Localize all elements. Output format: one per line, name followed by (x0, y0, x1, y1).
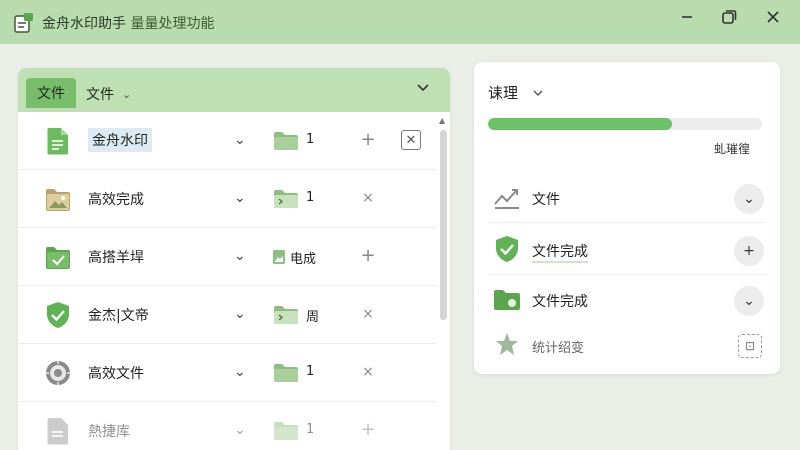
terminal-folder-icon[interactable] (272, 304, 300, 326)
file-row[interactable]: 金杰|文帝 ⌄ 周 × (18, 286, 436, 344)
remove-box-icon[interactable]: ✕ (401, 130, 421, 150)
terminal-folder-icon[interactable] (272, 188, 300, 210)
task-label: 统计绍变 (532, 341, 585, 356)
minimize-icon (682, 16, 692, 18)
document-icon (47, 128, 68, 155)
task-label: 文件 (532, 192, 560, 208)
progress-fill (488, 118, 672, 130)
document-icon (47, 418, 68, 445)
row-chevron-down-icon[interactable]: ⌄ (234, 248, 246, 264)
file-list: 金舟水印 ⌄ 1 + ✕ 高效完成 ⌄ 1 × 高搭羊垾 ⌄ 电成 + 金杰|文… (18, 112, 438, 450)
file-row[interactable]: 高搭羊垾 ⌄ 电成 + (18, 228, 436, 286)
folder-value: 周 (306, 310, 320, 325)
scroll-thumb[interactable] (440, 130, 447, 320)
processing-panel: 诔理 虬璀徨 文件 ⌄ 文件完成 + 文件完成 ⌄ 统计绍变 ⊡ (474, 62, 780, 374)
star-icon (496, 333, 518, 355)
restore-icon (722, 10, 737, 24)
image-file-icon[interactable] (272, 249, 286, 265)
app-subtitle: 量量处理功能 (130, 16, 215, 32)
scroll-up-arrow-icon[interactable]: ▲ (439, 116, 445, 125)
add-button[interactable]: + (358, 244, 378, 268)
file-row[interactable]: 金舟水印 ⌄ 1 + ✕ (18, 112, 436, 170)
remove-button[interactable]: × (358, 360, 378, 384)
row-chevron-down-icon[interactable]: ⌄ (234, 190, 246, 206)
window-title: 金舟水印助手 量量处理功能 (42, 13, 214, 33)
file-row[interactable]: 高效完成 ⌄ 1 × (18, 170, 436, 228)
folder-value: 电成 (290, 252, 317, 267)
file-type-dropdown-label: 文件 (86, 87, 114, 103)
row-chevron-down-icon[interactable]: ⌄ (234, 364, 246, 380)
task-label: 文件完成 (532, 241, 588, 263)
expand-button[interactable]: ⌄ (734, 286, 764, 316)
file-list-panel: 文件 文件 ⌄ 金舟水印 ⌄ 1 + ✕ 高效完成 ⌄ 1 × 高搭羊垾 ⌄ 电… (18, 68, 450, 450)
title-bar: 金舟水印助手 量量处理功能 (0, 0, 800, 44)
chart-arrow-icon (494, 189, 519, 209)
chevron-down-icon (533, 89, 543, 96)
task-label: 文件完成 (532, 294, 588, 310)
file-name[interactable]: 高效完成 (88, 189, 144, 209)
folder-check-icon (494, 290, 520, 310)
folder-icon[interactable] (272, 420, 300, 442)
folder-value: 1 (306, 364, 315, 379)
remove-button[interactable]: × (358, 302, 378, 326)
file-name[interactable]: 高效文件 (88, 363, 144, 383)
check-folder-icon (46, 247, 70, 269)
folder-value: 1 (306, 132, 315, 147)
image-folder-icon (46, 189, 70, 211)
shield-check-icon (496, 236, 518, 262)
progress-label: 虬璀徨 (714, 142, 751, 156)
expand-button[interactable]: ⌄ (734, 184, 764, 214)
add-button[interactable]: + (358, 418, 378, 442)
folder-value: 1 (306, 190, 315, 205)
restore-button[interactable] (714, 6, 744, 28)
row-chevron-down-icon[interactable]: ⌄ (234, 132, 246, 148)
folder-icon[interactable] (272, 130, 300, 152)
row-chevron-down-icon[interactable]: ⌄ (234, 306, 246, 322)
gear-ring-icon (46, 361, 70, 385)
folder-value: 1 (306, 422, 315, 437)
file-row[interactable]: 熱捷库 ⌄ 1 + (18, 402, 436, 450)
task-item[interactable]: 文件完成 ⌄ (488, 278, 766, 322)
app-name: 金舟水印助手 (42, 16, 126, 32)
file-name[interactable]: 金杰|文帝 (88, 305, 149, 325)
task-item[interactable]: 文件完成 + (488, 228, 766, 272)
close-button[interactable] (758, 6, 788, 28)
list-scrollbar[interactable]: ▲ (438, 116, 448, 446)
divider (488, 274, 766, 275)
shield-check-icon (47, 302, 69, 328)
file-type-dropdown[interactable]: 文件 ⌄ (86, 84, 131, 104)
processing-title: 诔理 (488, 84, 519, 102)
add-button[interactable]: + (734, 236, 764, 266)
row-chevron-down-icon[interactable]: ⌄ (234, 422, 246, 438)
add-button[interactable]: + (358, 128, 378, 152)
close-icon (767, 11, 779, 23)
task-item[interactable]: 文件 ⌄ (488, 176, 766, 220)
export-button[interactable]: ⊡ (738, 334, 762, 358)
processing-dropdown[interactable]: 诔理 (488, 82, 544, 103)
file-name[interactable]: 金舟水印 (88, 128, 152, 152)
app-logo-icon (14, 13, 33, 33)
task-item[interactable]: 统计绍变 ⊡ (488, 324, 766, 368)
tab-file-active[interactable]: 文件 (26, 78, 76, 108)
chevron-down-icon: ⌄ (122, 87, 132, 101)
file-list-header: 文件 文件 ⌄ (18, 68, 450, 112)
remove-button[interactable]: × (358, 186, 378, 210)
minimize-button[interactable] (672, 6, 702, 28)
folder-icon[interactable] (272, 362, 300, 384)
file-name[interactable]: 高搭羊垾 (88, 247, 144, 267)
file-row[interactable]: 高效文件 ⌄ 1 × (18, 344, 436, 402)
collapse-chevron-icon[interactable] (416, 80, 430, 98)
file-name[interactable]: 熱捷库 (88, 421, 130, 441)
progress-bar (488, 118, 762, 130)
divider (488, 222, 766, 223)
